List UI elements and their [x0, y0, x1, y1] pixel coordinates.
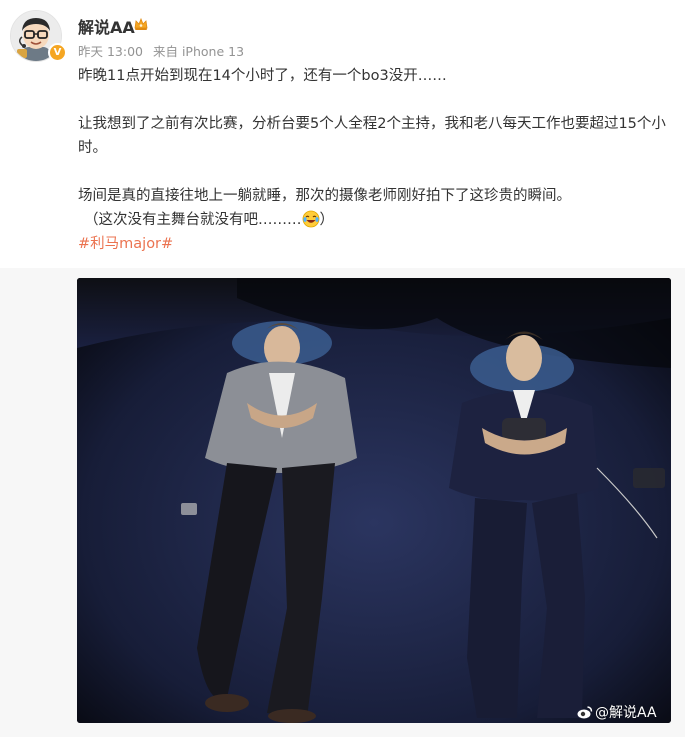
post-photo[interactable]	[77, 278, 671, 723]
crown-icon[interactable]	[133, 16, 149, 32]
laugh-cry-emoji-icon	[302, 210, 319, 228]
hashtag-link[interactable]: #利马major#	[78, 236, 173, 252]
photo-watermark: @解说AA	[577, 702, 657, 722]
post-paragraph-1: 昨晚11点开始到现在14个小时了，还有一个bo3没开……	[78, 68, 447, 84]
watermark-text: @解说AA	[595, 705, 657, 721]
paren-close: ）	[319, 212, 335, 228]
author-name[interactable]: 解说AA	[78, 14, 135, 38]
verified-badge-icon: V	[48, 43, 67, 62]
post-time[interactable]: 昨天 13:00	[78, 44, 143, 59]
photo-illustration	[77, 278, 671, 723]
paren-text: （这次没有主舞台就没有吧………	[84, 212, 302, 228]
post-content: 昨晚11点开始到现在14个小时了，还有一个bo3没开…… 让我想到了之前有次比赛…	[78, 64, 678, 256]
post-paragraph-2: 让我想到了之前有次比赛，分析台要5个人全程2个主持，我和老八每天工作也要超过15…	[78, 116, 666, 156]
weibo-logo-icon	[577, 706, 593, 719]
post-source: 来自 iPhone 13	[152, 44, 245, 59]
post-paragraph-4: （这次没有主舞台就没有吧……… ）	[78, 208, 678, 232]
post-meta: 昨天 13:00 来自 iPhone 13	[78, 41, 250, 60]
post-paragraph-3: 场间是真的直接往地上一躺就睡，那次的摄像老师刚好拍下了这珍贵的瞬间。	[78, 188, 571, 204]
